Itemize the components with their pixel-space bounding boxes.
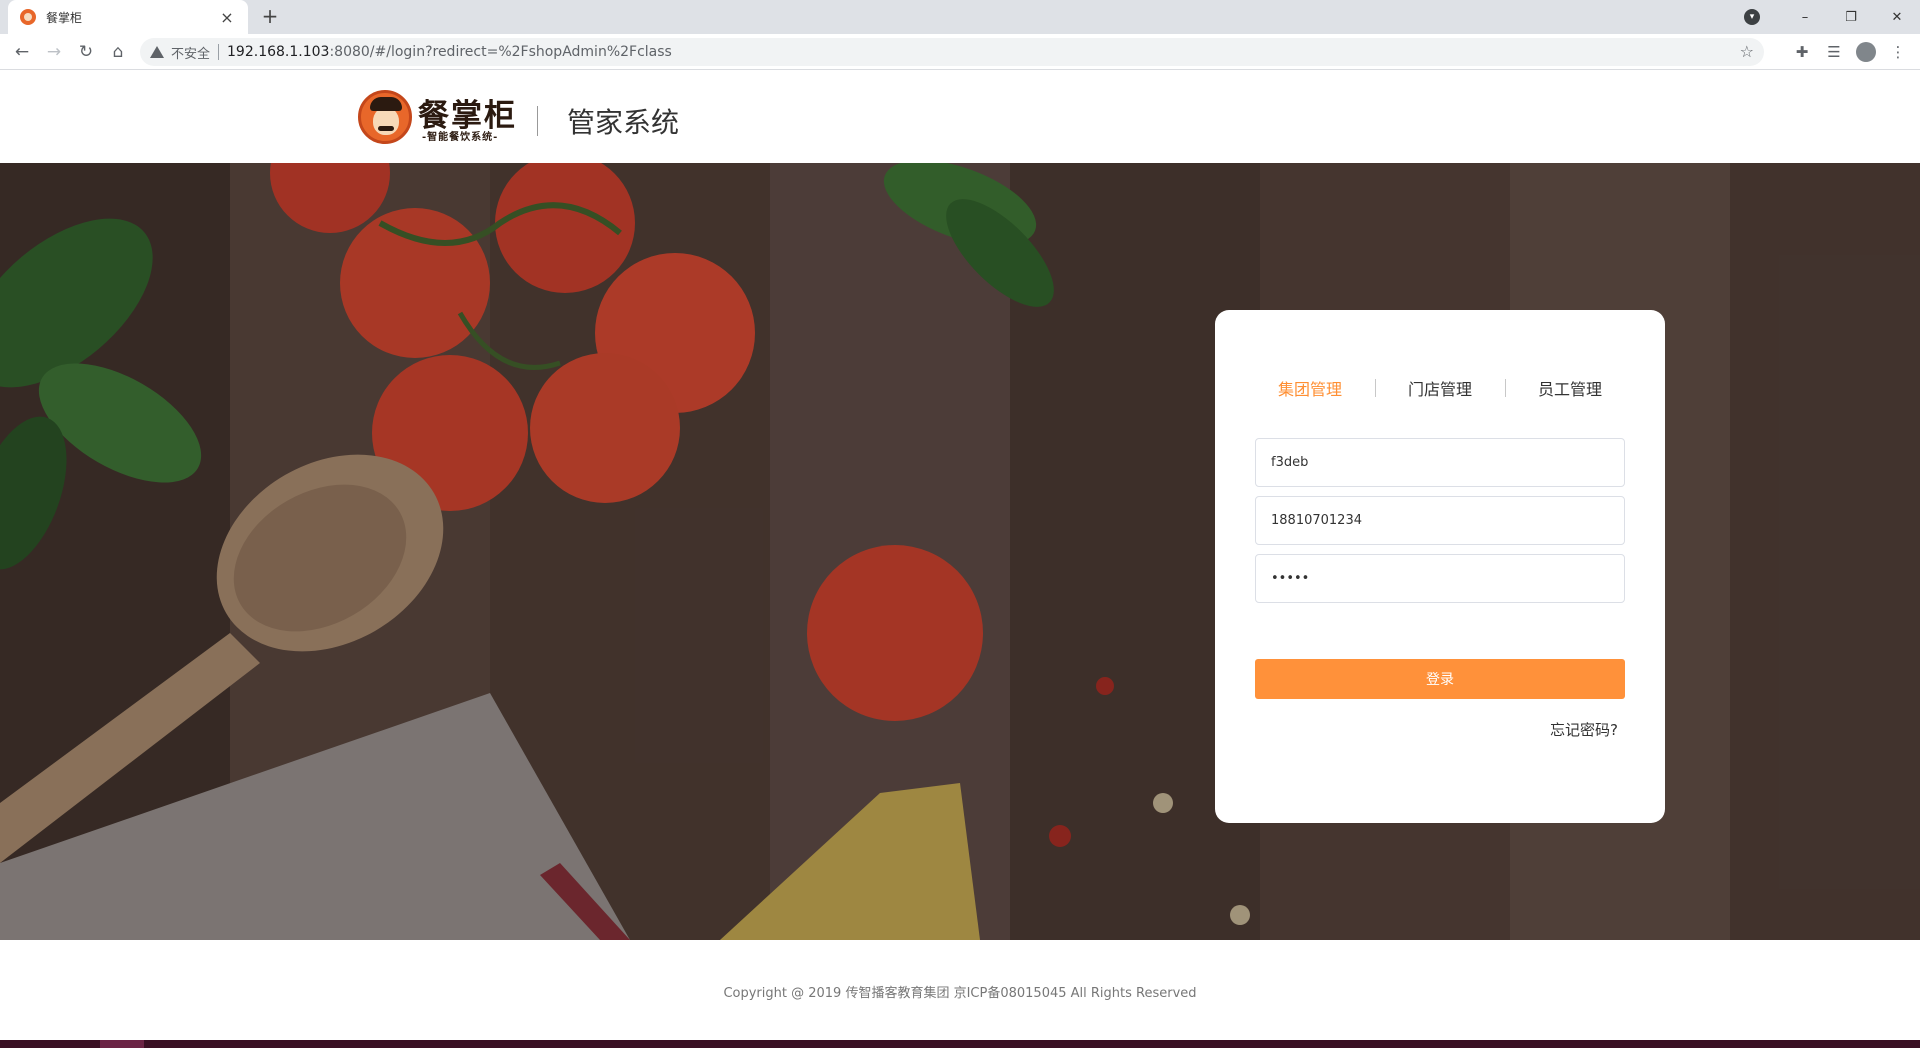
menu-dots-icon[interactable]: ⋮ bbox=[1882, 40, 1914, 64]
account-input[interactable] bbox=[1255, 438, 1625, 487]
extensions-icon[interactable]: ✚ bbox=[1786, 40, 1818, 64]
system-title: 管家系统 bbox=[567, 106, 680, 139]
insecure-label[interactable]: 不安全 bbox=[171, 43, 210, 62]
forgot-password-link[interactable]: 忘记密码? bbox=[1550, 719, 1618, 740]
tab-store-management[interactable]: 门店管理 bbox=[1385, 376, 1495, 400]
tab-title: 餐掌柜 bbox=[46, 10, 83, 25]
tab-separator bbox=[1504, 379, 1506, 397]
hero-background: 集团管理 门店管理 员工管理 登录 忘记密码? bbox=[0, 163, 1920, 940]
minimize-button[interactable]: – bbox=[1782, 0, 1828, 34]
url-path: :8080/#/login?redirect=%2FshopAdmin%2Fcl… bbox=[329, 44, 672, 60]
logo-mascot-icon bbox=[358, 90, 412, 144]
logo-tagline: -智能餐饮系统- bbox=[422, 132, 499, 143]
phone-input[interactable] bbox=[1255, 496, 1625, 545]
copyright-text: Copyright @ 2019 传智播客教育集团 京ICP备08015045 … bbox=[723, 986, 1197, 1001]
tab-separator bbox=[1374, 379, 1376, 397]
profile-avatar-icon[interactable] bbox=[1856, 42, 1876, 62]
login-page: 餐掌柜 -智能餐饮系统- 管家系统 集团管理 门店管理 员工管理 f3deb 1… bbox=[0, 70, 1920, 1040]
tab-search-icon[interactable]: ▾ bbox=[1744, 9, 1760, 25]
tab-group-management[interactable]: 集团管理 bbox=[1255, 376, 1365, 400]
header-divider bbox=[537, 106, 538, 136]
home-icon[interactable]: ⌂ bbox=[106, 40, 130, 64]
back-arrow-icon[interactable]: ← bbox=[10, 40, 34, 64]
password-input[interactable] bbox=[1255, 554, 1625, 603]
login-type-tabs: 集团管理 门店管理 员工管理 bbox=[1255, 376, 1625, 400]
warning-icon bbox=[150, 46, 164, 58]
login-button[interactable]: 登录 bbox=[1255, 659, 1625, 699]
tab-close-icon[interactable]: × bbox=[218, 8, 236, 27]
browser-toolbar: ← → ↻ ⌂ 不安全 192.168.1.103 :8080/#/login?… bbox=[0, 34, 1920, 70]
bookmark-star-icon[interactable]: ☆ bbox=[1740, 42, 1754, 61]
new-tab-button[interactable]: + bbox=[258, 5, 282, 29]
site-footer: Copyright @ 2019 传智播客教育集团 京ICP备08015045 … bbox=[0, 940, 1920, 1040]
toolbar-actions: ✚ ☰ ⋮ bbox=[1786, 40, 1914, 64]
window-controls: ▾ – ❐ ✕ bbox=[1744, 0, 1920, 34]
reload-icon[interactable]: ↻ bbox=[74, 40, 98, 64]
close-window-button[interactable]: ✕ bbox=[1874, 0, 1920, 34]
url-host: 192.168.1.103 bbox=[227, 44, 330, 60]
restore-button[interactable]: ❐ bbox=[1828, 0, 1874, 34]
media-queue-icon[interactable]: ☰ bbox=[1818, 40, 1850, 64]
site-header: 餐掌柜 -智能餐饮系统- 管家系统 bbox=[0, 70, 1920, 163]
tab-staff-management[interactable]: 员工管理 bbox=[1515, 376, 1625, 400]
os-taskbar bbox=[0, 1040, 1920, 1048]
login-card: 集团管理 门店管理 员工管理 登录 忘记密码? bbox=[1215, 310, 1665, 823]
address-divider bbox=[218, 44, 220, 60]
taskbar-active-app[interactable] bbox=[100, 1040, 144, 1048]
browser-tab[interactable]: 餐掌柜 × bbox=[8, 0, 248, 34]
browser-tabstrip: 餐掌柜 × + ▾ – ❐ ✕ bbox=[0, 0, 1920, 34]
favicon-icon bbox=[20, 9, 36, 25]
address-bar[interactable]: 不安全 192.168.1.103 :8080/#/login?redirect… bbox=[140, 38, 1764, 66]
forward-arrow-icon[interactable]: → bbox=[42, 40, 66, 64]
